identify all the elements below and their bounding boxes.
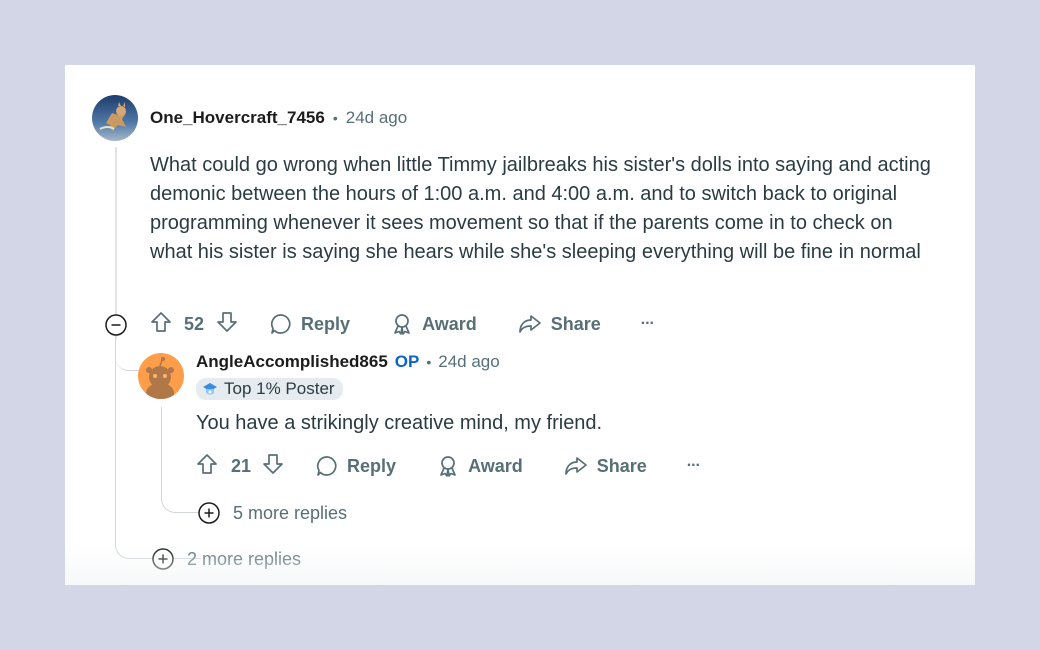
downvote-icon[interactable] [215, 310, 239, 339]
award-icon [394, 314, 410, 335]
flair-badge-icon [203, 383, 217, 395]
flair-label: Top 1% Poster [224, 379, 335, 398]
more-options-icon: ··· [640, 315, 655, 332]
thread-line[interactable] [115, 147, 117, 339]
more-replies-link[interactable]: 2 more replies [151, 547, 301, 571]
more-replies-label: 5 more replies [233, 502, 348, 523]
timestamp[interactable]: 24d ago [346, 108, 407, 128]
award-icon [440, 456, 456, 477]
comment-meta: One_Hovercraft_7456 • 24d ago [150, 108, 407, 128]
vote-count: 52 [184, 313, 205, 334]
award-label: Award [468, 455, 523, 476]
meta-separator: • [426, 354, 432, 370]
reply-timestamp[interactable]: 24d ago [438, 352, 499, 372]
snoo-avatar-icon [146, 357, 174, 399]
reply-button[interactable]: Reply [315, 454, 396, 478]
share-button[interactable]: Share [517, 312, 601, 336]
award-label: Award [422, 313, 477, 334]
share-label: Share [550, 313, 601, 334]
more-options-button[interactable]: ··· [686, 457, 701, 475]
user-flair: Top 1% Poster [196, 378, 343, 400]
reply-actions: 21 Reply Award Share ··· [195, 452, 701, 481]
comment-card: One_Hovercraft_7456 • 24d ago What could… [65, 65, 975, 585]
reply-button[interactable]: Reply [269, 312, 350, 336]
reply-username[interactable]: AngleAccomplished865 [196, 352, 388, 372]
award-button[interactable]: Award [436, 454, 523, 478]
reply-body: You have a strikingly creative mind, my … [196, 412, 603, 434]
comment-bubble-icon [316, 456, 337, 476]
reply-label: Reply [347, 455, 397, 476]
vote-count: 21 [231, 455, 252, 476]
op-badge: OP [394, 352, 420, 371]
downvote-icon[interactable] [261, 452, 285, 481]
comment-actions: 52 Reply Award Share ··· [149, 310, 655, 339]
reply-meta: AngleAccomplished865 OP • 24d ago [196, 352, 500, 372]
more-replies-link[interactable]: 5 more replies [197, 501, 347, 525]
plus-circle-icon [152, 548, 174, 570]
cat-avatar-icon [92, 95, 138, 141]
comment-bubble-icon [270, 314, 291, 334]
share-label: Share [596, 455, 647, 476]
username[interactable]: One_Hovercraft_7456 [150, 108, 325, 128]
collapse-button[interactable] [104, 313, 128, 342]
more-replies-label: 2 more replies [187, 548, 302, 569]
more-options-icon: ··· [686, 457, 701, 474]
comment-body: What could go wrong when little Timmy ja… [150, 154, 931, 263]
share-button[interactable]: Share [563, 454, 647, 478]
share-arrow-icon [518, 315, 541, 333]
upvote-icon[interactable] [149, 310, 173, 339]
avatar[interactable] [92, 95, 138, 141]
plus-circle-icon [198, 502, 220, 524]
minus-circle-icon [105, 314, 127, 336]
meta-separator: • [332, 110, 338, 126]
reply-avatar[interactable] [138, 353, 184, 399]
reply-label: Reply [301, 313, 351, 334]
award-button[interactable]: Award [390, 312, 477, 336]
share-arrow-icon [564, 457, 587, 475]
more-options-button[interactable]: ··· [640, 315, 655, 333]
upvote-icon[interactable] [195, 452, 219, 481]
